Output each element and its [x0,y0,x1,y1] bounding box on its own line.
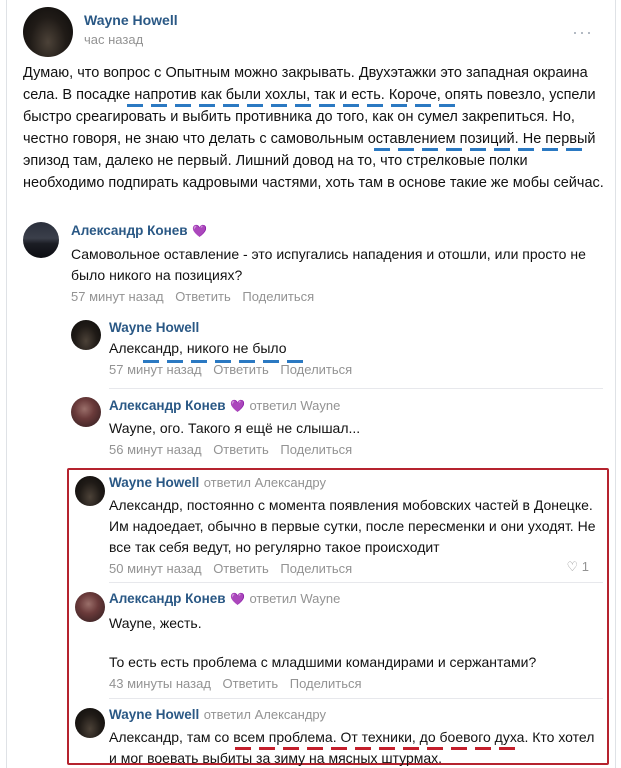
comment-time[interactable]: 57 минут назад [71,289,164,304]
comment-item: Александр Конев 💜 ответил Wayne Wayne, о… [109,397,599,457]
reply-link[interactable]: Ответить [223,676,279,691]
post-author-avatar[interactable] [23,7,73,57]
reply-link[interactable]: Ответить [213,362,269,377]
comment-item: Wayne Howell ответил Александру Александ… [109,706,597,768]
comment-time[interactable]: 43 минуты назад [109,676,211,691]
comment-text: Александр, постоянно с момента появления… [109,497,596,555]
comment-time[interactable]: 56 минут назад [109,442,202,457]
share-link[interactable]: Поделиться [280,362,352,377]
comment-time[interactable]: 57 минут назад [109,362,202,377]
share-link[interactable]: Поделиться [242,289,314,304]
comment-avatar[interactable] [75,592,105,622]
comment-author[interactable]: Александр Конев [71,223,188,238]
reply-to[interactable]: ответил Александру [204,475,326,490]
reply-to[interactable]: ответил Александру [204,707,326,722]
comment-author[interactable]: Wayne Howell [109,475,199,490]
comment-author[interactable]: Wayne Howell [109,320,599,335]
highlight-mark [374,148,584,151]
comment-avatar[interactable] [75,476,105,506]
post-card: Wayne Howell час назад ··· Думаю, что во… [6,0,616,768]
post-author-name[interactable]: Wayne Howell [84,12,178,28]
comment-text: То есть есть проблема с младшими команди… [109,654,537,670]
comment-text: Wayne, жесть. [109,615,202,631]
divider [109,698,603,699]
comment-item: Александр Конев 💜 ответил Wayne Wayne, ж… [109,590,597,691]
comment-text: Wayne, ого. Такого я ещё не слышал... [109,420,361,436]
divider [109,582,603,583]
comment-author[interactable]: Александр Конев [109,591,226,606]
highlight-mark [143,360,303,363]
reply-to[interactable]: ответил Wayne [249,591,340,606]
emoji-icon: 💜 [230,591,245,606]
comment-time[interactable]: 50 минут назад [109,561,202,576]
emoji-icon: 💜 [230,398,245,413]
emoji-icon: 💜 [192,223,207,238]
like-count: 1 [581,559,589,574]
reply-link[interactable]: Ответить [175,289,231,304]
comment-author[interactable]: Wayne Howell [109,707,199,722]
comment-text: Александр, никого не было [109,340,287,356]
reply-to[interactable]: ответил Wayne [249,398,340,413]
comment-avatar[interactable] [71,397,101,427]
post-time[interactable]: час назад [84,32,143,47]
heart-icon: ♡ [566,559,579,574]
more-icon[interactable]: ··· [572,22,593,43]
comment-item: Александр Конев 💜 Самовольное оставление… [71,222,601,304]
share-link[interactable]: Поделиться [290,676,362,691]
highlight-mark [235,747,515,750]
highlight-mark [127,104,463,107]
comment-item: Wayne Howell Александр, никого не было 5… [109,320,599,377]
share-link[interactable]: Поделиться [280,442,352,457]
post-text: Думаю, что вопрос с Опытным можно закрыв… [23,65,604,191]
comment-avatar[interactable] [23,222,59,258]
comment-author[interactable]: Александр Конев [109,398,226,413]
like-button[interactable]: ♡ 1 [566,559,589,575]
reply-link[interactable]: Ответить [213,561,269,576]
share-link[interactable]: Поделиться [280,561,352,576]
comment-text: Самовольное оставление - это испугались … [71,246,586,283]
reply-link[interactable]: Ответить [213,442,269,457]
divider [109,388,603,389]
comment-avatar[interactable] [71,320,101,350]
comment-avatar[interactable] [75,708,105,738]
comment-item: Wayne Howell ответил Александру Александ… [109,474,597,576]
